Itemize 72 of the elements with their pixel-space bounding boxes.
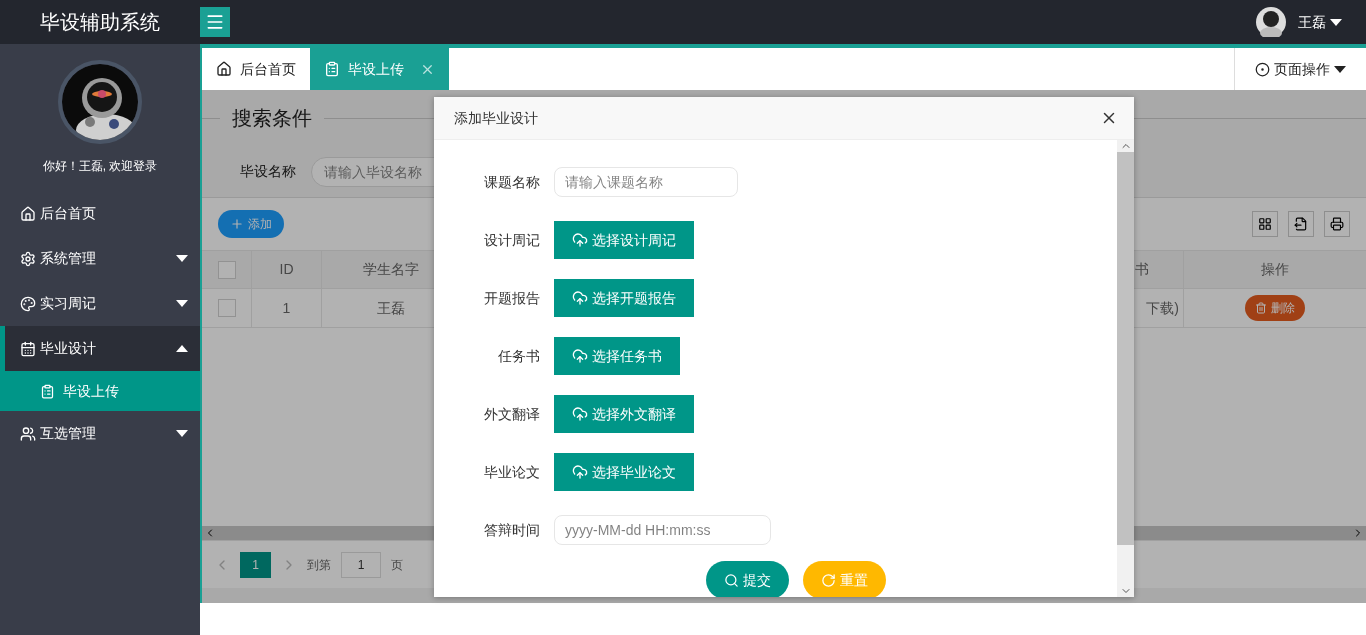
cloud-upload-icon (572, 406, 588, 422)
checkbox[interactable] (217, 260, 236, 279)
upload-button[interactable]: 选择毕业论文 (554, 453, 694, 491)
date-field[interactable]: yyyy-MM-dd HH:mm:ss (554, 515, 771, 545)
refresh-icon (820, 572, 836, 588)
cloud-upload-icon (572, 464, 588, 480)
field-label: 毕业论文 (483, 462, 540, 482)
app-title: 毕设辅助系统 (40, 10, 160, 35)
sidebar-item[interactable]: 毕业设计 (0, 326, 200, 371)
page-input[interactable]: 1 (341, 551, 381, 578)
export-icon (1294, 217, 1308, 231)
page-label: 页 (391, 556, 403, 574)
upload-button[interactable]: 选择开题报告 (554, 279, 694, 317)
field-label: 答辩时间 (483, 520, 540, 540)
upload-button[interactable]: 选择外文翻译 (554, 395, 694, 433)
print-icon (1330, 217, 1344, 231)
user-menu[interactable]: 王磊 (1298, 11, 1342, 33)
radio-dot-icon (1255, 61, 1270, 77)
columns-button[interactable] (1252, 211, 1278, 237)
clipboard-icon (40, 383, 55, 399)
menu-icon (205, 12, 225, 32)
table-cell-text: 王磊 (377, 298, 405, 318)
print-button[interactable] (1324, 211, 1350, 237)
caret-down-icon (1334, 65, 1346, 73)
column-header: 学生名字 (363, 260, 419, 279)
calendar-icon (20, 340, 36, 357)
column-header: ID (279, 260, 294, 279)
trash-icon (1255, 302, 1267, 314)
vertical-scrollbar[interactable] (1117, 140, 1134, 597)
field-label: 设计周记 (483, 230, 540, 250)
sidebar-item[interactable]: 系统管理 (0, 236, 200, 281)
export-button[interactable] (1288, 211, 1314, 237)
column-header: 书 (1135, 260, 1149, 279)
table-cell-text: 1 (282, 298, 291, 318)
search-icon (723, 572, 739, 588)
home-icon (216, 61, 232, 77)
table-cell-text: 下载) (1146, 298, 1179, 318)
checkbox[interactable] (217, 299, 236, 317)
palette-icon (20, 295, 36, 312)
sidebar-item[interactable]: 实习周记 (0, 281, 200, 326)
plus-icon (230, 217, 244, 231)
greeting-text: 你好！王磊, 欢迎登录 (41, 158, 159, 175)
sidebar-subitem[interactable]: 毕设上传 (0, 371, 200, 411)
upload-button[interactable]: 选择任务书 (554, 337, 680, 375)
cloud-upload-icon (572, 290, 588, 306)
caret-down-icon (1330, 18, 1342, 26)
dialog-title: 添加毕业设计 (454, 108, 538, 128)
text-field[interactable]: 请输入课题名称 (554, 167, 738, 197)
goto-label: 到第 (307, 556, 331, 574)
sidebar-item[interactable]: 后台首页 (0, 191, 200, 236)
cloud-upload-icon (572, 232, 588, 248)
user-avatar (1256, 7, 1286, 37)
users-icon (20, 425, 36, 442)
clipboard-icon (324, 61, 340, 77)
delete-button[interactable]: 删除 (1245, 295, 1305, 321)
page-button[interactable]: 1 (240, 551, 271, 578)
sidebar-item[interactable]: 互选管理 (0, 411, 200, 456)
home-icon (20, 205, 36, 222)
tab[interactable]: 毕设上传 (310, 48, 449, 90)
add-button[interactable]: 添加 (218, 210, 284, 238)
gear-icon (20, 250, 36, 267)
submit-button[interactable]: 提交 (705, 561, 789, 597)
grid-icon (1258, 217, 1272, 231)
field-label: 任务书 (497, 346, 540, 366)
field-label: 开题报告 (483, 288, 540, 308)
section-title: 搜索条件 (231, 106, 313, 131)
column-header: 操作 (1261, 260, 1289, 279)
menu-button[interactable] (200, 7, 230, 37)
cloud-upload-icon (572, 348, 588, 364)
field-label: 毕设名称 (240, 162, 296, 181)
upload-button[interactable]: 选择设计周记 (554, 221, 694, 259)
field-label: 外文翻译 (483, 404, 540, 424)
